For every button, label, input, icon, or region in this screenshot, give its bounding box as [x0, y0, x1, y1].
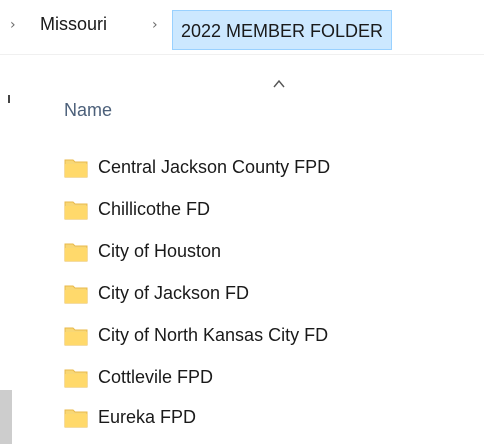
list-item[interactable]: City of Jackson FD	[64, 276, 474, 310]
folder-icon	[64, 324, 88, 346]
folder-icon	[64, 406, 88, 428]
folder-name: City of Jackson FD	[98, 282, 250, 303]
folder-icon	[64, 156, 88, 178]
folder-icon	[64, 282, 88, 304]
folder-name: City of North Kansas City FD	[98, 324, 329, 345]
file-list: Central Jackson County FPD Chillicothe F…	[0, 0, 484, 444]
list-item[interactable]: Cottlevile FPD	[64, 360, 474, 394]
folder-icon	[64, 240, 88, 262]
folder-name: Central Jackson County FPD	[98, 156, 331, 177]
folder-name: Eureka FPD	[98, 406, 197, 427]
folder-icon	[64, 198, 88, 220]
list-item[interactable]: Eureka FPD	[64, 400, 474, 434]
list-item[interactable]: City of Houston	[64, 234, 474, 268]
list-item[interactable]: Chillicothe FD	[64, 192, 474, 226]
folder-name: Chillicothe FD	[98, 198, 211, 219]
list-item[interactable]: Central Jackson County FPD	[64, 150, 474, 184]
list-item[interactable]: City of North Kansas City FD	[64, 318, 474, 352]
folder-name: Cottlevile FPD	[98, 366, 214, 387]
folder-name: City of Houston	[98, 240, 222, 261]
folder-icon	[64, 366, 88, 388]
